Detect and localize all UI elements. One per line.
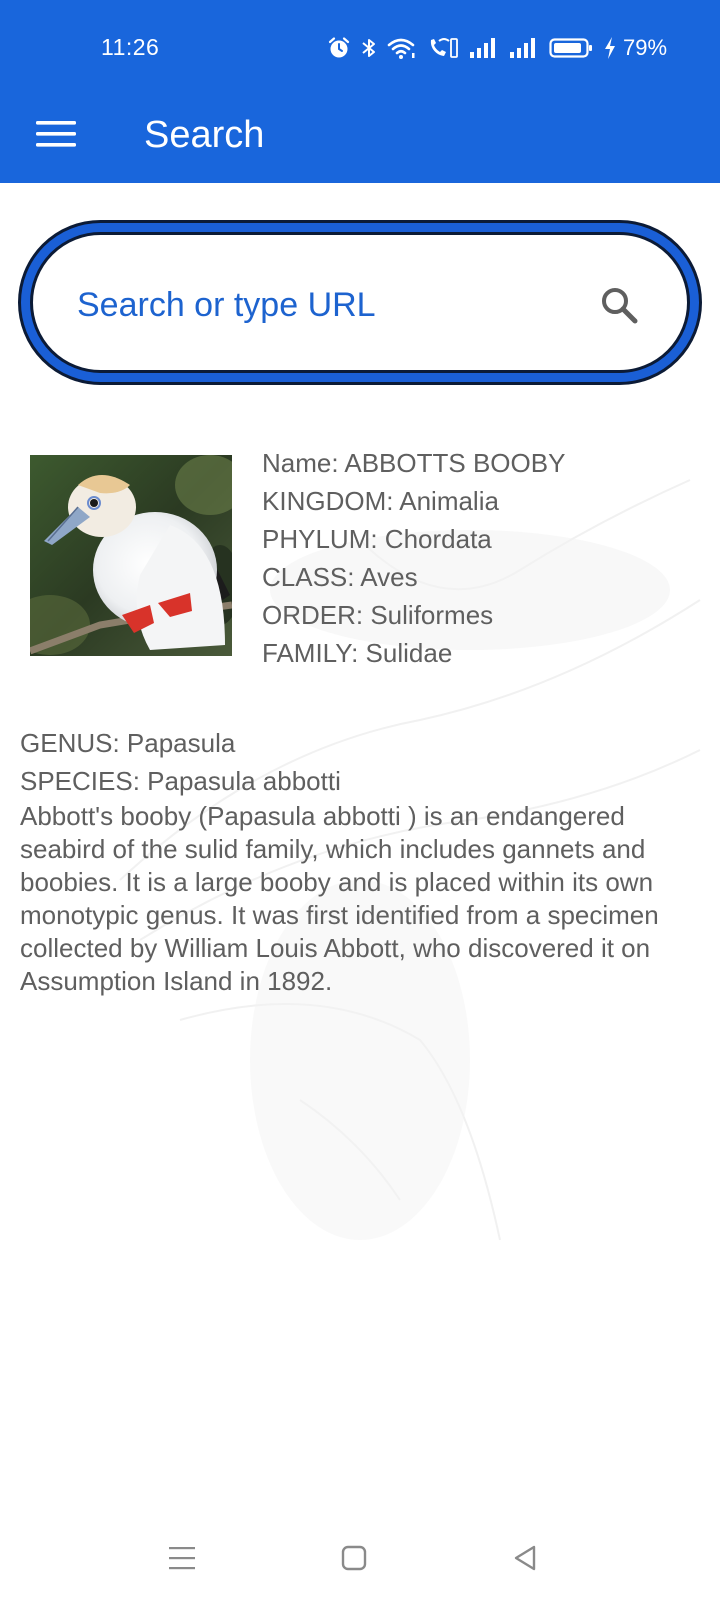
taxonomy-list: Name: ABBOTTS BOOBY KINGDOM: Animalia PH…: [262, 444, 565, 672]
wifi-icon: [387, 36, 417, 60]
wifi-calling-icon: [427, 36, 459, 60]
alarm-icon: [327, 36, 351, 60]
top-bar: 11:26 79% Search: [0, 0, 720, 183]
species-details: GENUS: Papasula SPECIES: Papasula abbott…: [20, 724, 700, 998]
species-name: Name: ABBOTTS BOOBY: [262, 448, 566, 478]
bird-photo: [30, 455, 232, 656]
signal-icon: [509, 36, 539, 60]
search-input[interactable]: [77, 265, 547, 345]
kingdom-line: KINGDOM: Animalia: [262, 486, 499, 516]
order-line: ORDER: Suliformes: [262, 600, 494, 630]
system-navigation-bar: [0, 1520, 720, 1600]
search-icon: [599, 285, 639, 330]
signal-icon: [469, 36, 499, 60]
status-time: 11:26: [101, 34, 160, 60]
recents-icon: [168, 1545, 196, 1576]
species-line: SPECIES: Papasula abbotti: [20, 766, 341, 796]
battery-icon: [549, 36, 593, 60]
charging-icon: [603, 36, 617, 60]
search-field: [30, 232, 690, 373]
recents-button[interactable]: [160, 1538, 204, 1582]
page-title: Search: [144, 114, 265, 156]
search-button[interactable]: [595, 283, 643, 331]
menu-icon: [36, 120, 76, 153]
app-bar: Search: [0, 96, 720, 183]
status-icons: 79%: [327, 33, 667, 63]
back-button[interactable]: [504, 1538, 548, 1582]
class-line: CLASS: Aves: [262, 562, 418, 592]
phylum-line: PHYLUM: Chordata: [262, 524, 492, 554]
search-bar: [18, 220, 702, 385]
back-icon: [512, 1544, 540, 1577]
battery-percentage: 79%: [623, 35, 668, 60]
home-icon: [340, 1544, 368, 1577]
bluetooth-icon: [361, 36, 377, 60]
family-line: FAMILY: Sulidae: [262, 638, 453, 668]
menu-button[interactable]: [30, 110, 82, 162]
genus-line: GENUS: Papasula: [20, 728, 236, 758]
status-bar: 11:26 79%: [0, 0, 720, 96]
species-description: Abbott's booby (Papasula abbotti ) is an…: [20, 801, 659, 996]
home-button[interactable]: [332, 1538, 376, 1582]
